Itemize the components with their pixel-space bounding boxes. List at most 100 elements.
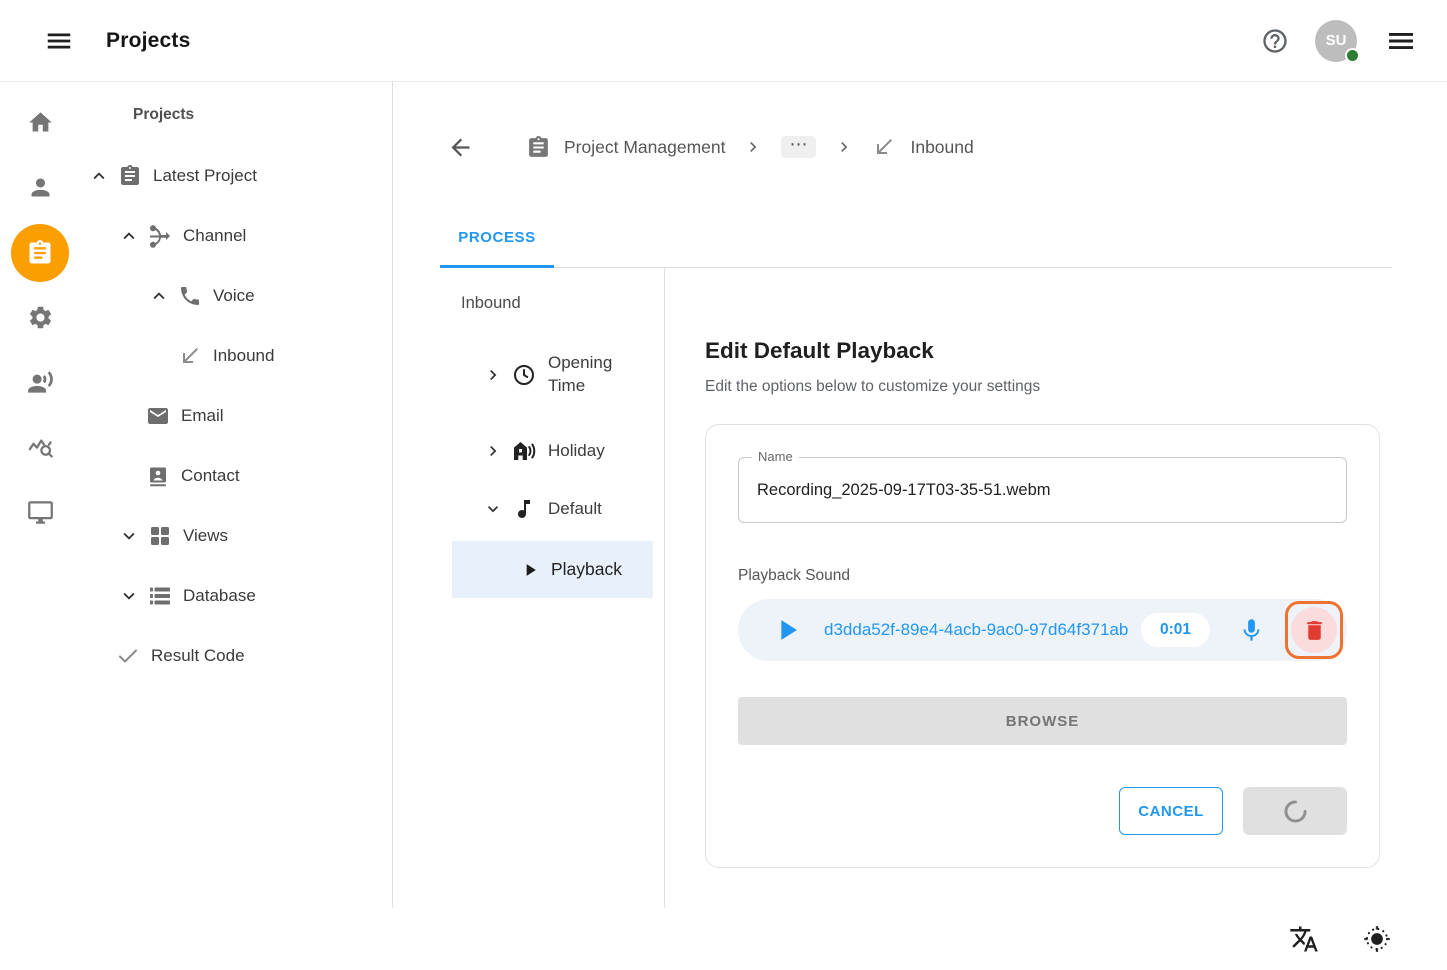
tree-item-label: Voice [213,286,255,306]
audio-duration: 0:01 [1141,613,1210,647]
hamburger-menu-icon [1385,25,1417,57]
process-item-label: Playback [551,559,622,580]
trash-icon [1302,618,1327,643]
back-button[interactable] [443,130,478,165]
chevron-down-icon[interactable] [118,525,140,547]
tab-bar: PROCESS [393,186,1447,268]
translate-icon [1289,924,1319,954]
browse-button[interactable]: BROWSE [738,697,1347,745]
process-item-label: Opening Time [548,352,632,398]
breadcrumb-current-label: Inbound [910,137,973,158]
topbar: Projects SU [0,0,1447,82]
tree-item-label: Contact [181,466,240,486]
help-button[interactable] [1257,23,1293,59]
name-field: Name [738,457,1347,523]
project-tree-sidebar: Projects Latest Project Channel Voice [80,82,393,908]
call-received-icon [872,135,897,160]
tree-item-channel[interactable]: Channel [80,206,392,266]
tree-item-label: Email [181,406,224,426]
tree-item-database[interactable]: Database [80,566,392,626]
brightness-toggle-button[interactable] [1359,921,1395,957]
tree-item-email[interactable]: Email [80,386,392,446]
rail-home-button[interactable] [0,90,80,155]
audio-filename: d3dda52f-89e4-4acb-9ac0-97d64f371ab [824,620,1133,640]
contact-card-icon [146,464,170,488]
breadcrumb-collapsed-button[interactable]: ⋯ [781,136,816,158]
breadcrumb-root-label: Project Management [564,137,725,158]
tree-item-label: Views [183,526,228,546]
cancel-button[interactable]: CANCEL [1119,787,1223,835]
tree-item-voice[interactable]: Voice [80,266,392,326]
tree-item-label: Database [183,586,256,606]
call-received-icon [178,344,202,368]
tab-bar-divider [554,267,1392,268]
tree-item-latest-project[interactable]: Latest Project [80,146,392,206]
chevron-down-icon[interactable] [483,499,503,519]
breadcrumb: Project Management ⋯ Inbound [393,82,1447,186]
chevron-up-icon[interactable] [88,165,110,187]
card-footer: CANCEL [738,787,1347,835]
clipboard-icon [11,224,69,282]
user-avatar[interactable]: SU [1315,20,1357,62]
chevron-down-icon[interactable] [118,585,140,607]
play-icon [770,613,804,647]
app-window: Projects SU [0,0,1447,970]
name-field-label: Name [752,449,799,464]
tree-item-label: Inbound [213,346,274,366]
rail-projects-button[interactable] [0,220,80,285]
sidebar-header: Projects [80,106,392,124]
grid-icon [148,524,172,548]
tree-item-contact[interactable]: Contact [80,446,392,506]
clock-icon [512,363,536,387]
record-button[interactable] [1234,613,1269,648]
microphone-icon [1238,617,1265,644]
process-item-playback[interactable]: Playback [452,541,653,598]
process-item-default[interactable]: Default [393,487,664,531]
play-icon [520,560,540,580]
tree-item-inbound[interactable]: Inbound [80,326,392,386]
chevron-up-icon[interactable] [148,285,170,307]
chevron-right-icon[interactable] [483,365,503,385]
rail-users-button[interactable] [0,155,80,220]
play-button[interactable] [766,609,808,651]
clipboard-icon [118,164,142,188]
page-title: Projects [106,29,190,53]
bottom-toolbar [0,908,1447,970]
editor-title: Edit Default Playback [705,338,1380,364]
save-button-loading[interactable] [1243,787,1347,835]
tree-item-label: Channel [183,226,246,246]
rail-agents-button[interactable] [0,350,80,415]
chevron-right-icon [834,137,854,157]
delete-recording-button[interactable] [1285,601,1343,659]
breadcrumb-current[interactable]: Inbound [872,135,973,160]
voice-over-icon [27,369,54,396]
editor-pane: Edit Default Playback Edit the options b… [665,268,1447,908]
breadcrumb-project[interactable]: Project Management [526,135,725,160]
holiday-house-icon [512,439,536,463]
chevron-right-icon[interactable] [483,441,503,461]
editor-subtitle: Edit the options below to customize your… [705,378,1380,396]
sidebar-toggle-button[interactable] [40,22,78,60]
process-nav-header: Inbound [393,268,664,313]
brightness-icon [1363,925,1391,953]
translate-button[interactable] [1285,920,1323,958]
home-icon [27,109,54,136]
chevron-up-icon[interactable] [118,225,140,247]
phone-icon [178,284,202,308]
rail-monitor-button[interactable] [0,480,80,545]
check-icon [116,644,140,668]
tree-item-label: Latest Project [153,166,257,186]
audio-player: d3dda52f-89e4-4acb-9ac0-97d64f371ab 0:01 [738,599,1347,661]
tab-process[interactable]: PROCESS [440,210,554,268]
overflow-menu-button[interactable] [1381,21,1421,61]
name-input[interactable] [739,458,1346,522]
process-item-opening-time[interactable]: Opening Time [393,347,664,403]
editor-card: Name Playback Sound d3dda52f-89e4-4acb-9… [705,424,1380,868]
tree-item-result-code[interactable]: Result Code [80,626,392,686]
process-item-holiday[interactable]: Holiday [393,429,664,473]
tree-item-views[interactable]: Views [80,506,392,566]
rail-settings-button[interactable] [0,285,80,350]
rail-analytics-button[interactable] [0,415,80,480]
process-item-label: Default [548,498,602,521]
loading-spinner-icon [1282,798,1309,825]
